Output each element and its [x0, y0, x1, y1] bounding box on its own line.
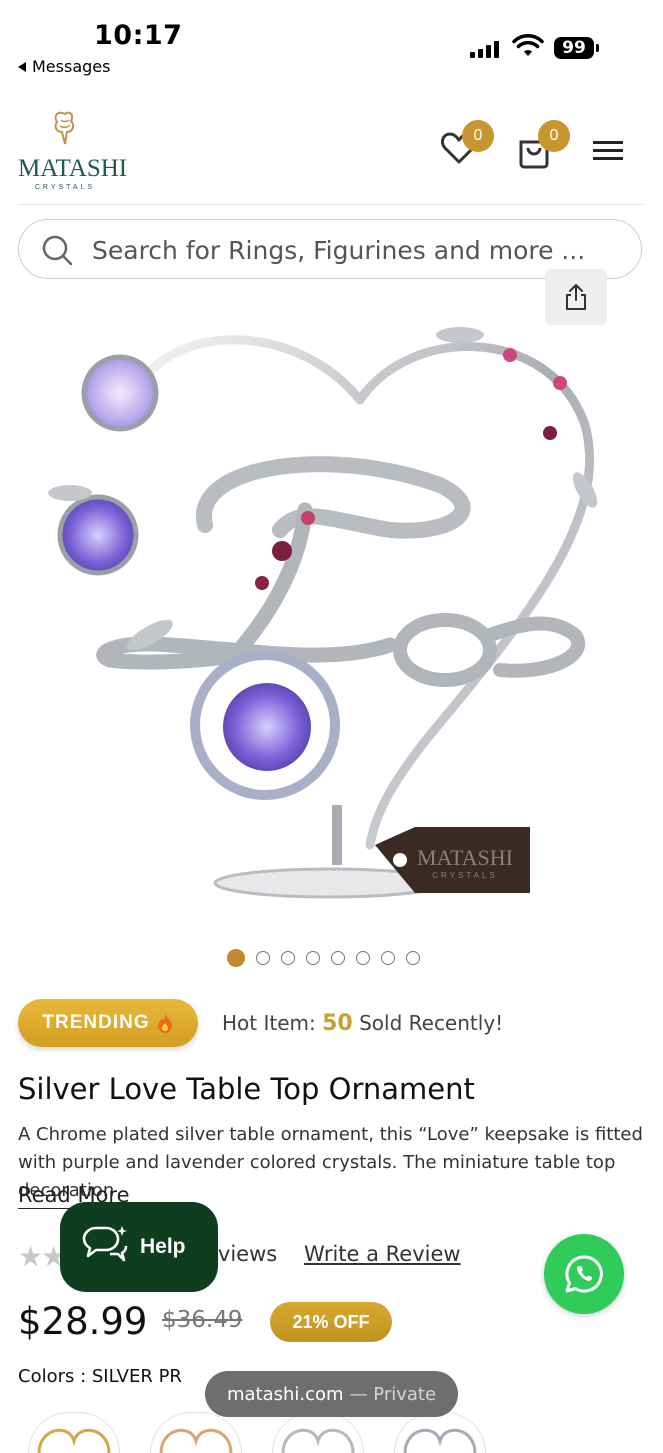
- cellular-signal-icon: [470, 40, 499, 58]
- carousel-dot[interactable]: [306, 951, 320, 965]
- browser-domain: matashi.com: [226, 1383, 344, 1405]
- header-divider: [18, 204, 644, 205]
- carousel-dot[interactable]: [256, 951, 270, 965]
- matashi-logo[interactable]: MATASHI CRYSTALS: [18, 110, 128, 191]
- color-swatch[interactable]: [394, 1412, 486, 1453]
- product-image[interactable]: [30, 315, 630, 915]
- carousel-dot[interactable]: [281, 951, 295, 965]
- hamburger-menu-icon[interactable]: [593, 140, 625, 162]
- carousel-dot[interactable]: [331, 951, 345, 965]
- butterfly-logo-icon: [54, 111, 75, 145]
- color-swatch[interactable]: [150, 1412, 242, 1453]
- wifi-icon: [512, 34, 544, 56]
- original-price: $36.49: [162, 1307, 243, 1333]
- wishlist-count-badge: 0: [462, 120, 494, 152]
- carousel-dots: [227, 949, 420, 967]
- help-chat-button[interactable]: Help: [60, 1202, 218, 1292]
- wishlist-button[interactable]: 0: [440, 120, 494, 171]
- discount-badge: 21% OFF: [270, 1302, 392, 1342]
- logo-wordmark: MATASHI: [18, 155, 128, 182]
- hot-prefix: Hot Item:: [222, 1011, 316, 1035]
- status-time: 10:17: [94, 20, 183, 51]
- product-title: Silver Love Table Top Ornament: [18, 1072, 475, 1106]
- chat-bubbles-icon: [82, 1226, 128, 1262]
- browser-address-bar[interactable]: matashi.com — Private: [205, 1371, 458, 1417]
- whatsapp-button[interactable]: [544, 1234, 624, 1314]
- logo-subtitle: CRYSTALS: [34, 184, 96, 191]
- product-price: $28.99: [18, 1300, 148, 1343]
- browser-private-label: — Private: [349, 1383, 437, 1405]
- hot-count: 50: [322, 1011, 353, 1036]
- back-app-label: Messages: [32, 57, 111, 76]
- cart-count-badge: 0: [538, 120, 570, 152]
- search-placeholder: Search for Rings, Figurines and more ...: [92, 236, 586, 265]
- back-arrow-icon: [18, 61, 26, 72]
- color-swatch[interactable]: [28, 1412, 120, 1453]
- hot-item-text: Hot Item: 50 Sold Recently!: [222, 1011, 503, 1036]
- watermark-sub: CRYSTALS: [432, 871, 498, 880]
- carousel-dot[interactable]: [227, 949, 245, 967]
- back-to-messages[interactable]: Messages: [18, 57, 110, 76]
- battery-tip: [596, 44, 599, 52]
- search-icon: [42, 235, 73, 266]
- cart-button[interactable]: 0: [516, 120, 570, 175]
- hot-suffix: Sold Recently!: [359, 1011, 504, 1035]
- carousel-dot[interactable]: [356, 951, 370, 965]
- image-watermark: MATASHI CRYSTALS: [415, 845, 515, 880]
- help-label: Help: [140, 1235, 186, 1258]
- trending-label: TRENDING: [42, 1012, 150, 1033]
- color-swatch[interactable]: [272, 1412, 364, 1453]
- write-review-link[interactable]: Write a Review: [304, 1242, 461, 1266]
- colors-label: Colors : SILVER PR: [18, 1366, 182, 1387]
- trending-badge: TRENDING: [18, 999, 198, 1047]
- watermark-word: MATASHI: [416, 845, 514, 870]
- share-icon: [566, 284, 586, 310]
- battery-indicator: 99: [554, 37, 594, 59]
- carousel-dot[interactable]: [406, 951, 420, 965]
- whatsapp-icon: [565, 1255, 603, 1293]
- share-button[interactable]: [545, 269, 607, 325]
- fire-icon: [157, 1013, 172, 1033]
- carousel-dot[interactable]: [381, 951, 395, 965]
